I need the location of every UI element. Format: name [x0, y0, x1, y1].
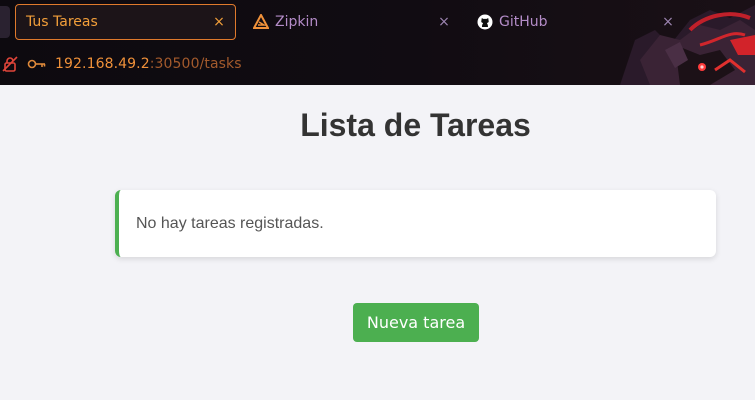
url-text[interactable]: 192.168.49.2:30500/tasks [55, 56, 242, 72]
insecure-lock-icon[interactable] [0, 54, 20, 74]
zipkin-icon [253, 14, 269, 30]
theme-dragon-artwork [580, 0, 755, 85]
tab-tus-tareas[interactable]: Tus Tareas × [15, 4, 236, 40]
close-icon[interactable]: × [434, 14, 454, 30]
empty-state-alert: No hay tareas registradas. [115, 190, 716, 257]
empty-state-message: No hay tareas registradas. [136, 214, 324, 232]
tab-overflow-edge[interactable] [0, 6, 10, 38]
close-icon[interactable]: × [209, 14, 229, 30]
browser-chrome: Tus Tareas × Zipkin × GitHub × 192.168.4… [0, 0, 755, 85]
page-title: Lista de Tareas [300, 107, 531, 143]
address-bar[interactable]: 192.168.49.2:30500/tasks [0, 48, 600, 80]
tab-zipkin[interactable]: Zipkin × [248, 4, 458, 40]
page-content: Lista de Tareas No hay tareas registrada… [0, 85, 755, 400]
url-path: :30500/tasks [149, 56, 242, 72]
key-icon[interactable] [27, 54, 47, 74]
tab-label: Zipkin [275, 14, 319, 30]
tab-label: Tus Tareas [26, 14, 98, 30]
url-host: 192.168.49.2 [55, 56, 150, 72]
new-task-button[interactable]: Nueva tarea [353, 303, 479, 342]
github-icon [477, 14, 493, 30]
